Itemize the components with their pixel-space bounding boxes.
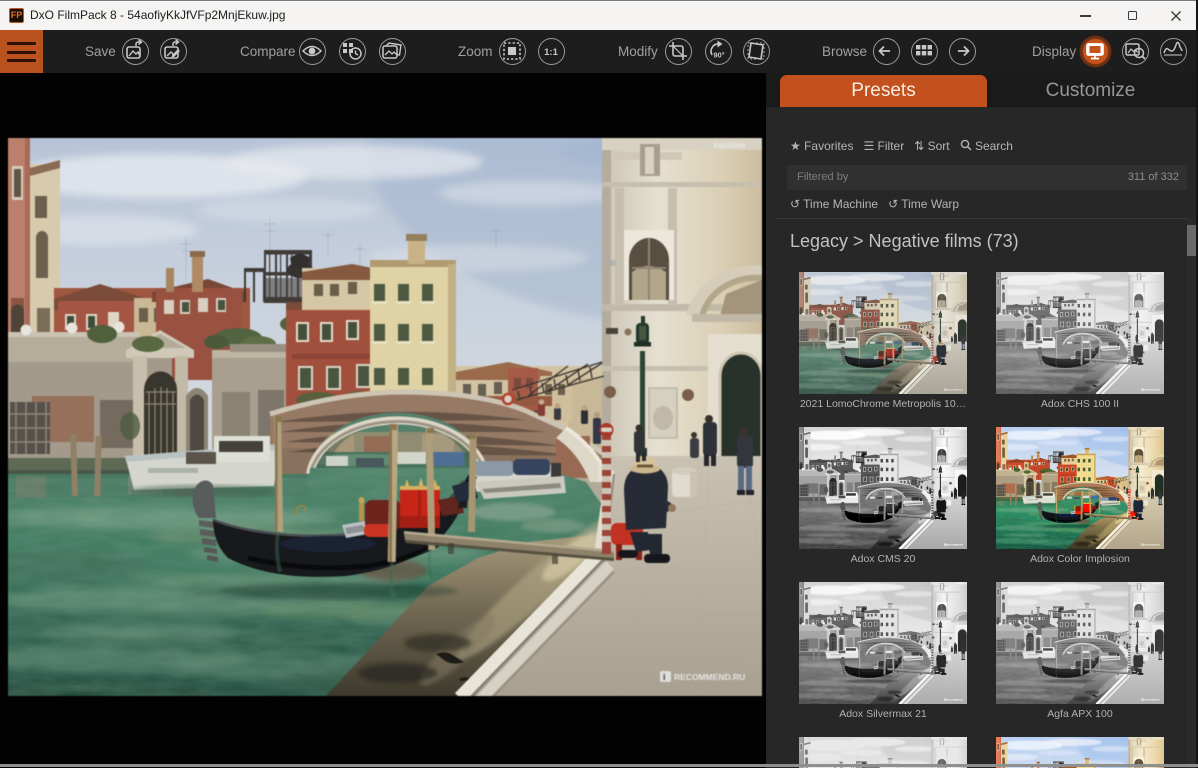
- svg-text:1:1: 1:1: [544, 47, 558, 58]
- svg-text:90°: 90°: [713, 51, 724, 60]
